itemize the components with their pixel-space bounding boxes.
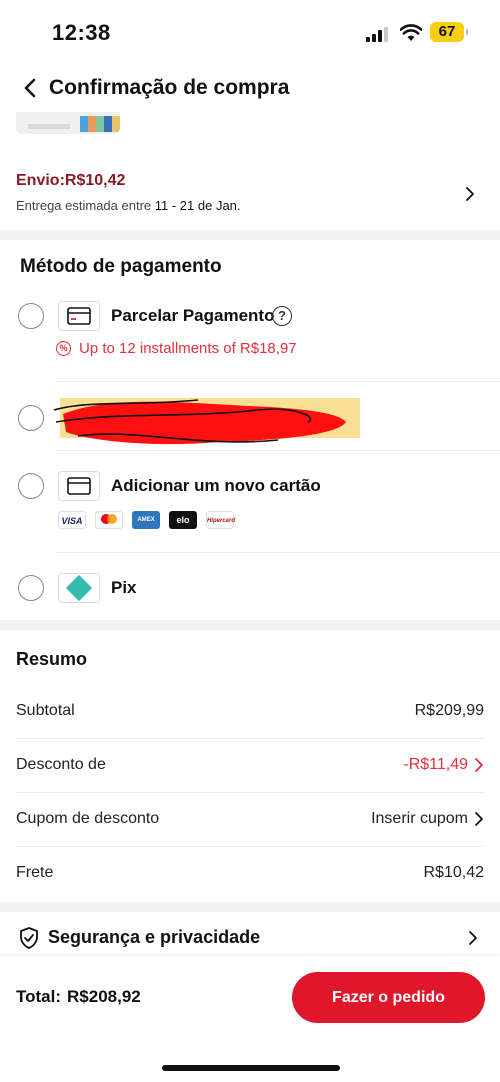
mastercard-logo bbox=[95, 511, 123, 529]
home-indicator bbox=[162, 1065, 340, 1071]
help-icon[interactable]: ? bbox=[272, 306, 292, 326]
summary-row-discount[interactable]: Desconto de -R$11,49 bbox=[16, 739, 484, 793]
checkout-footer: Total: R$208,92 Fazer o pedido bbox=[0, 956, 500, 1082]
amex-logo: AMEX bbox=[132, 511, 160, 529]
status-bar: 12:38 67 bbox=[0, 0, 500, 66]
payment-option-installments[interactable]: Parcelar Pagamento ? % Up to 12 installm… bbox=[0, 300, 500, 380]
visa-logo: VISA bbox=[58, 511, 86, 529]
credit-card-icon bbox=[58, 301, 100, 331]
card-brand-logos: VISA AMEX elo Hipercard bbox=[58, 511, 235, 529]
wifi-icon bbox=[400, 24, 422, 41]
shipping-eta: Entrega estimada entre 11 - 21 de Jan. bbox=[16, 198, 241, 213]
chevron-right-icon bbox=[466, 187, 474, 201]
page-title: Confirmação de compra bbox=[49, 76, 290, 99]
cellular-signal-icon bbox=[366, 26, 392, 42]
payment-section-title: Método de pagamento bbox=[20, 256, 222, 277]
chevron-right-icon bbox=[469, 931, 477, 945]
place-order-button[interactable]: Fazer o pedido bbox=[292, 972, 485, 1023]
shipping-row[interactable]: Envio:R$10,42 Entrega estimada entre 11 … bbox=[0, 160, 500, 226]
radio-pix[interactable] bbox=[18, 575, 44, 601]
battery-indicator: 67 bbox=[430, 22, 468, 42]
installments-label: Parcelar Pagamento bbox=[111, 306, 275, 325]
credit-card-icon bbox=[58, 471, 100, 501]
product-thumbnail bbox=[16, 112, 120, 134]
radio-new-card[interactable] bbox=[18, 473, 44, 499]
back-arrow-icon[interactable] bbox=[20, 76, 42, 100]
radio-saved-card[interactable] bbox=[18, 405, 44, 431]
pix-label: Pix bbox=[111, 578, 137, 597]
option-divider bbox=[56, 381, 500, 382]
page-header: Confirmação de compra bbox=[0, 66, 500, 110]
add-card-label: Adicionar um novo cartão bbox=[111, 476, 321, 495]
summary-title: Resumo bbox=[16, 649, 88, 669]
pix-icon bbox=[58, 573, 100, 603]
option-divider bbox=[56, 450, 500, 451]
section-divider bbox=[0, 230, 500, 240]
elo-logo: elo bbox=[169, 511, 197, 529]
redaction-scribble bbox=[53, 398, 360, 445]
summary-row-shipping: Frete R$10,42 bbox=[16, 864, 484, 881]
installments-note: % Up to 12 installments of R$18,97 bbox=[56, 340, 297, 357]
hipercard-logo: Hipercard bbox=[206, 511, 235, 529]
status-time: 12:38 bbox=[52, 20, 111, 45]
payment-option-saved-card[interactable] bbox=[0, 392, 500, 448]
section-divider bbox=[0, 902, 500, 912]
shield-check-icon bbox=[20, 927, 38, 949]
order-total: Total: R$208,92 bbox=[16, 987, 141, 1006]
payment-option-pix[interactable]: Pix bbox=[0, 572, 500, 606]
option-divider bbox=[56, 552, 500, 553]
summary-row-subtotal: Subtotal R$209,99 bbox=[16, 685, 484, 739]
shipping-price: Envio:R$10,42 bbox=[16, 172, 126, 189]
security-label: Segurança e privacidade bbox=[48, 927, 261, 947]
summary-row-coupon[interactable]: Cupom de desconto Inserir cupom bbox=[16, 793, 484, 847]
chevron-right-icon bbox=[475, 812, 483, 826]
discount-percent-icon: % bbox=[56, 341, 71, 356]
payment-option-new-card[interactable]: Adicionar um novo cartão VISA AMEX elo H… bbox=[0, 470, 500, 550]
section-divider bbox=[0, 620, 500, 630]
radio-installments[interactable] bbox=[18, 303, 44, 329]
chevron-right-icon bbox=[475, 758, 483, 772]
